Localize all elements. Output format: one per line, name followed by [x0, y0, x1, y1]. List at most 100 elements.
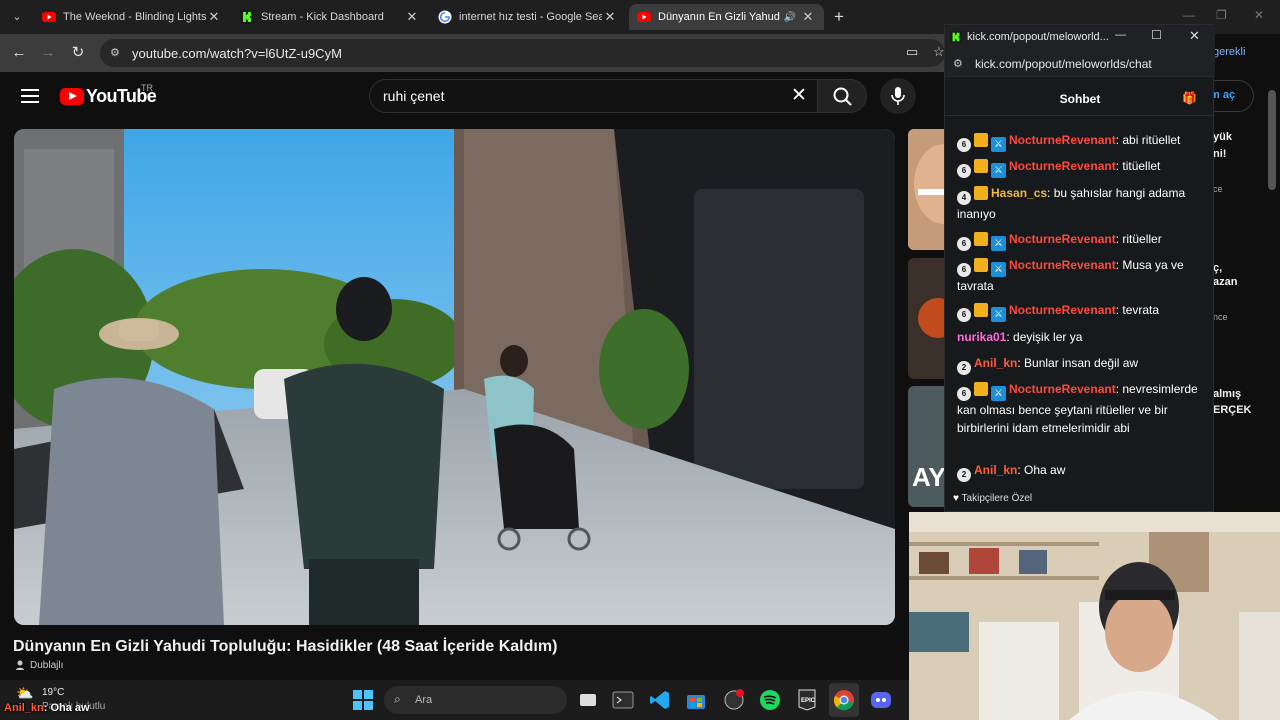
task-view-icon[interactable]: [577, 689, 599, 711]
weather-icon[interactable]: ⛅: [16, 685, 33, 702]
subscriber-level-badge: 6: [957, 387, 971, 401]
windows-start-icon[interactable]: [352, 689, 374, 711]
chat-text: Oha aw: [1024, 463, 1066, 477]
subscriber-level-badge: 4: [957, 191, 971, 205]
reload-icon[interactable]: ↻: [68, 43, 88, 63]
menu-icon[interactable]: [21, 89, 39, 103]
video-player[interactable]: [14, 129, 895, 625]
country-code: TR: [141, 83, 153, 93]
browser-toolbar: ← → ↻ ⚙ youtube.com/watch?v=l6UtZ-u9CyM …: [0, 34, 945, 72]
back-icon[interactable]: ←: [9, 43, 29, 63]
webcam-overlay: [909, 512, 1280, 720]
epic-games-icon[interactable]: EPIC: [796, 689, 818, 711]
close-icon[interactable]: ✕: [800, 9, 816, 25]
subscriber-level-badge: 2: [957, 361, 971, 375]
crown-badge-icon: [974, 232, 988, 246]
discord-icon[interactable]: [870, 689, 892, 711]
cast-icon[interactable]: ▭: [906, 44, 918, 60]
popup-url: kick.com/popout/meloworlds/chat: [975, 57, 1152, 71]
maximize-icon[interactable]: ☐: [1151, 28, 1162, 42]
close-icon[interactable]: ✕: [602, 9, 618, 25]
scrollbar-thumb[interactable]: [1268, 90, 1276, 190]
tab-search-chevron-icon[interactable]: ⌄: [6, 7, 28, 27]
chat-username[interactable]: NocturneRevenant: [1009, 382, 1116, 396]
subscriber-level-badge: 2: [957, 468, 971, 482]
address-bar[interactable]: ⚙ youtube.com/watch?v=l6UtZ-u9CyM ▭ ☆: [100, 39, 945, 67]
chrome-icon[interactable]: [833, 689, 855, 711]
dubbed-badge: Dublajlı: [15, 659, 63, 671]
site-settings-icon[interactable]: ⚙: [953, 57, 963, 70]
sword-badge-icon: ⚔: [991, 236, 1006, 251]
spotify-icon[interactable]: [759, 689, 781, 711]
kick-icon: [240, 10, 254, 24]
steam-like-icon[interactable]: [723, 689, 745, 711]
related-video-thumbnail[interactable]: [908, 129, 948, 250]
search-icon: [833, 87, 852, 106]
search-placeholder: Ara: [415, 694, 433, 706]
peek-text: ce: [1213, 184, 1223, 194]
minimize-icon[interactable]: —: [1183, 8, 1195, 22]
taskbar-search-input[interactable]: ⌕ Ara: [384, 686, 567, 714]
chat-text: Bunlar insan değil aw: [1024, 356, 1139, 370]
close-icon[interactable]: ✕: [206, 9, 222, 25]
crown-badge-icon: [974, 159, 988, 173]
maximize-icon[interactable]: ❐: [1216, 8, 1227, 22]
speaker-icon[interactable]: 🔊: [784, 12, 796, 23]
youtube-icon: [42, 12, 56, 22]
search-input[interactable]: ruhi çenet ✕: [369, 79, 818, 113]
close-icon[interactable]: ✕: [404, 9, 420, 25]
forward-icon[interactable]: →: [38, 43, 58, 63]
search-query: ruhi çenet: [383, 88, 445, 104]
chat-text: tevrata: [1122, 303, 1160, 317]
tab-youtube-video-active[interactable]: Dünyanın En Gizli Yahudi To 🔊 ✕: [629, 4, 824, 30]
chat-message: 6 ⚔ NocturneRevenant: Musa ya ve tavrata: [957, 256, 1207, 295]
bookmark-star-icon[interactable]: ☆: [933, 44, 945, 60]
popup-title: kick.com/popout/meloworld...: [967, 31, 1109, 43]
microsoft-store-icon[interactable]: [685, 689, 707, 711]
chat-username[interactable]: nurika01: [957, 330, 1006, 344]
youtube-icon: [637, 12, 651, 22]
tab-kick-dashboard[interactable]: Stream - Kick Dashboard ✕: [232, 4, 428, 30]
peek-text: gerekli: [1213, 46, 1246, 58]
thumbnail-image: [908, 129, 948, 250]
video-title: Dünyanın En Gizli Yahudi Topluluğu: Hasi…: [13, 638, 558, 655]
vscode-icon[interactable]: [649, 689, 671, 711]
chat-username[interactable]: Hasan_cs: [991, 186, 1047, 200]
chat-text: titüellet: [1122, 159, 1161, 173]
tab-google-search[interactable]: internet hız testi - Google Searc ✕: [430, 4, 626, 30]
related-video-thumbnail[interactable]: [908, 258, 948, 379]
chat-message: nurika01: deyişik ler ya: [957, 328, 1207, 346]
peek-text: azan: [1213, 276, 1238, 288]
minimize-icon[interactable]: —: [1115, 29, 1126, 41]
close-icon[interactable]: ✕: [1189, 28, 1200, 44]
window-close-icon[interactable]: ✕: [1254, 8, 1264, 22]
chat-username[interactable]: NocturneRevenant: [1009, 303, 1116, 317]
search-button[interactable]: [817, 79, 867, 113]
chat-username[interactable]: NocturneRevenant: [1009, 258, 1116, 272]
svg-text:EPIC: EPIC: [801, 698, 816, 704]
sword-badge-icon: ⚔: [991, 307, 1006, 322]
clear-search-icon[interactable]: ✕: [787, 84, 811, 107]
popup-address-bar[interactable]: ⚙ kick.com/popout/meloworlds/chat: [945, 51, 1215, 77]
webcam-feed: [909, 512, 1280, 720]
chat-message: 6 ⚔ NocturneRevenant: nevresimlerde kan ol…: [957, 380, 1207, 437]
gift-icon[interactable]: 🎁: [1182, 91, 1197, 105]
voice-search-button[interactable]: [880, 78, 916, 114]
chat-username[interactable]: Anil_kn: [974, 463, 1017, 477]
chat-username[interactable]: NocturneRevenant: [1009, 232, 1116, 246]
tab-title: Stream - Kick Dashboard: [261, 11, 384, 23]
google-icon: [438, 10, 452, 24]
chat-username[interactable]: NocturneRevenant: [1009, 133, 1116, 147]
site-settings-icon[interactable]: ⚙: [110, 46, 124, 60]
tab-weeknd[interactable]: The Weeknd - Blinding Lights ( ✕: [34, 4, 230, 30]
related-video-thumbnail[interactable]: AY: [908, 386, 948, 507]
terminal-icon[interactable]: [612, 689, 634, 711]
chat-username[interactable]: Anil_kn: [974, 356, 1017, 370]
subscriber-level-badge: 6: [957, 237, 971, 251]
youtube-logo-icon[interactable]: [60, 88, 84, 105]
new-tab-button[interactable]: +: [828, 6, 850, 28]
crown-badge-icon: [974, 186, 988, 200]
crown-badge-icon: [974, 133, 988, 147]
chat-username[interactable]: NocturneRevenant: [1009, 159, 1116, 173]
peek-text: ç,: [1213, 262, 1223, 274]
